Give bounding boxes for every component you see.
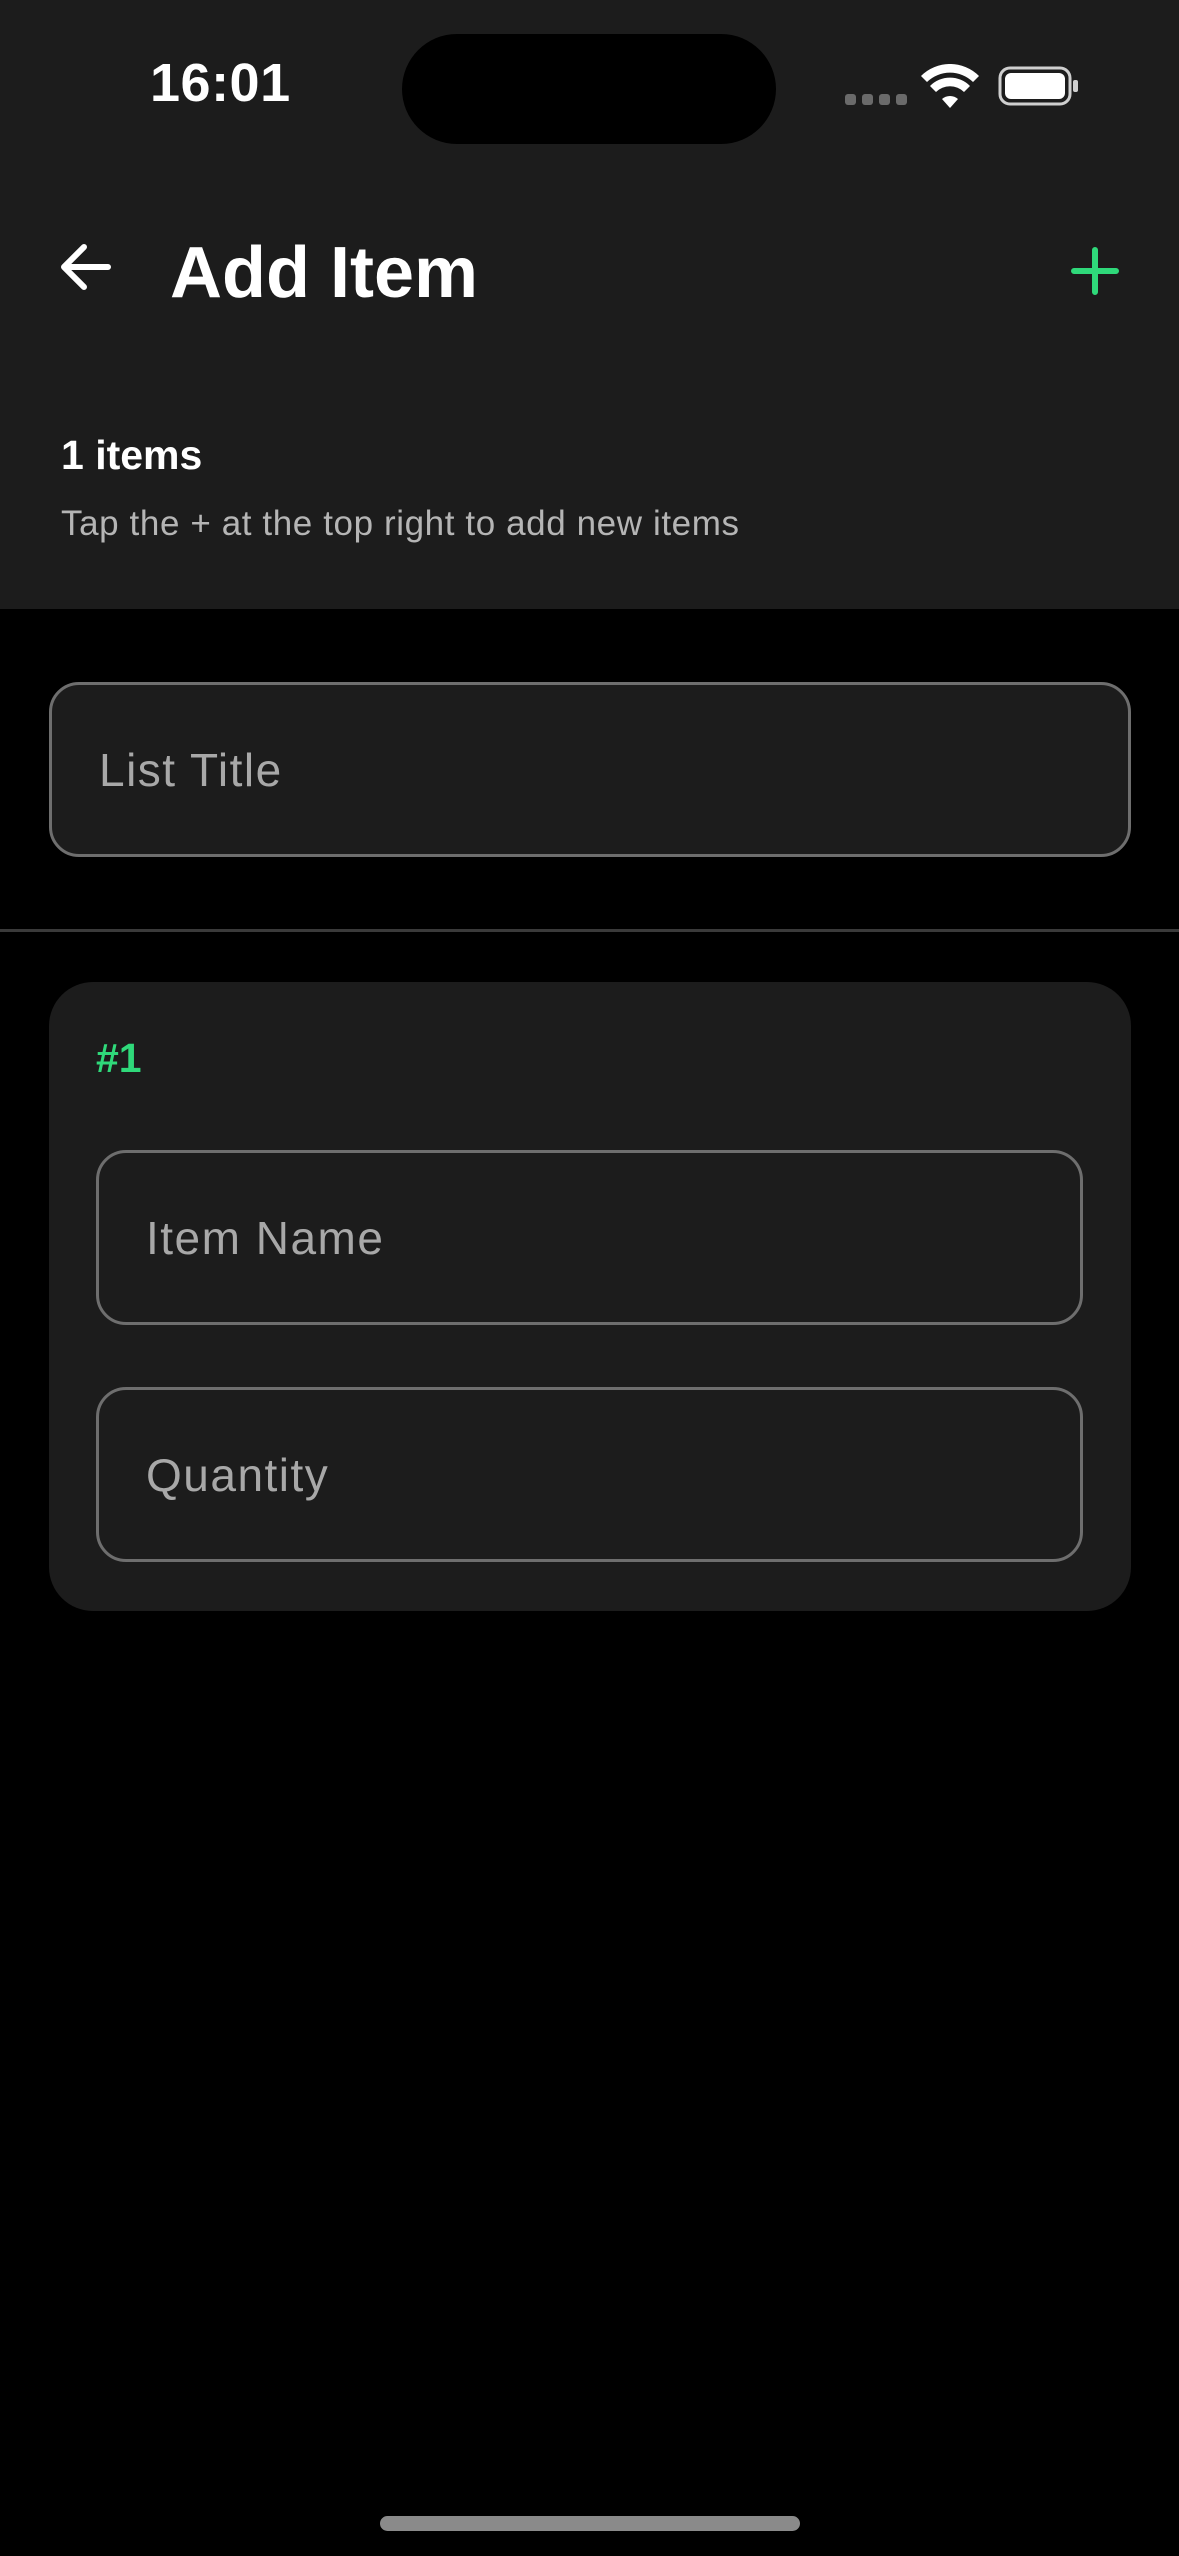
item-card: #1 — [49, 982, 1131, 1611]
item-name-field[interactable] — [96, 1150, 1083, 1325]
arrow-left-icon — [61, 244, 111, 290]
page-title: Add Item — [170, 233, 479, 313]
list-title-input[interactable] — [97, 741, 1128, 798]
wifi-icon — [921, 64, 979, 108]
item-number: #1 — [96, 1035, 142, 1081]
item-name-input[interactable] — [144, 1209, 1080, 1266]
items-hint: Tap the + at the top right to add new it… — [61, 504, 740, 543]
back-button[interactable] — [50, 232, 120, 302]
home-indicator[interactable] — [380, 2516, 800, 2531]
battery-icon — [998, 66, 1078, 106]
dynamic-island — [402, 34, 776, 144]
quantity-field[interactable] — [96, 1387, 1083, 1562]
quantity-input[interactable] — [144, 1446, 1080, 1503]
items-count: 1 items — [61, 432, 203, 478]
divider — [0, 929, 1179, 932]
add-item-button[interactable] — [1060, 236, 1130, 306]
status-time: 16:01 — [150, 53, 291, 113]
plus-icon — [1071, 247, 1119, 295]
list-title-field[interactable] — [49, 682, 1131, 857]
signal-dots-icon — [845, 94, 907, 105]
